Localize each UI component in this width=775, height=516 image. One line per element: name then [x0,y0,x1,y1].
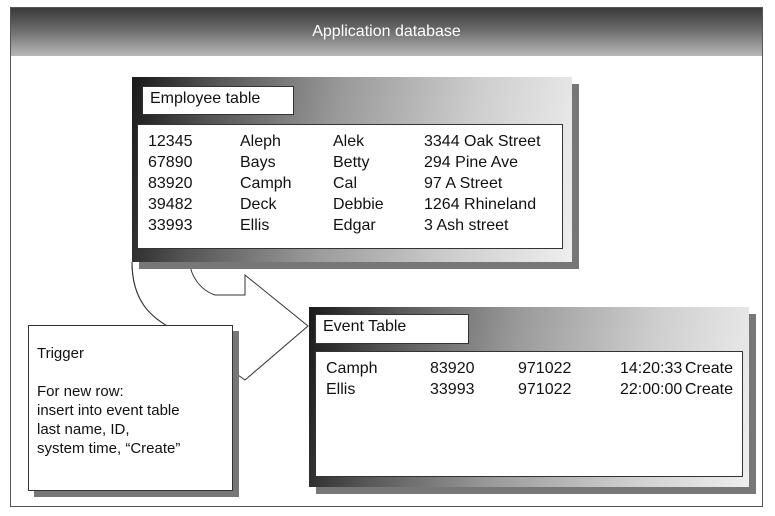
table-cell: 39482 [148,196,193,213]
trigger-line: system time, “Create” [37,440,181,457]
table-cell: Betty [333,154,370,171]
employee-table-panel: Employee table 12345 Aleph Alek 3344 Oak St… [132,77,572,262]
table-cell: Debbie [333,196,384,213]
trigger-line: insert into event table [37,402,180,419]
event-table-panel: Event Table Camph 83920 971022 14:20:33 Crea… [309,307,749,487]
event-table-row: Ellis 33993 971022 22:00:00 Create [322,379,736,400]
trigger-spacer [37,363,224,382]
event-table-title: Event Table [315,314,469,344]
table-cell: 83920 [148,175,193,192]
table-cell: Ellis [240,217,270,234]
trigger-line: For new row: [37,383,124,400]
table-cell: 14:20:33 [620,360,683,377]
employee-table-row: 67890 Bays Betty 294 Pine Ave [144,152,556,173]
table-cell: 3 Ash street [424,217,509,234]
table-cell: Create [685,381,734,398]
table-cell: Camph [326,360,378,377]
table-cell: Aleph [240,133,281,150]
table-cell: 1264 Rhineland [424,196,537,213]
table-cell: Cal [333,175,358,192]
trigger-line: last name, ID, [37,421,130,438]
employee-table-title: Employee table [142,86,294,115]
event-table-row: Camph 83920 971022 14:20:33 Create [322,358,736,379]
employee-table-row: 39482 Deck Debbie 1264 Rhineland [144,194,556,215]
table-cell: 22:00:00 [620,381,683,398]
trigger-note: Trigger For new row: insert into event t… [28,325,233,491]
table-cell: 3344 Oak Street [424,133,541,150]
table-cell: Alek [333,133,365,150]
employee-table-data: 12345 Aleph Alek 3344 Oak Street 67890 Bays Be… [137,124,563,249]
table-cell: 12345 [148,133,193,150]
table-cell: 33993 [430,381,475,398]
table-cell: Edgar [333,217,376,234]
table-cell: Bays [240,154,276,171]
employee-table-row: 12345 Aleph Alek 3344 Oak Street [144,131,556,152]
table-cell: 971022 [518,360,572,377]
table-cell: 97 A Street [424,175,503,192]
table-cell: Deck [240,196,277,213]
table-cell: Camph [240,175,292,192]
employee-table-row: 33993 Ellis Edgar 3 Ash street [144,215,556,236]
table-cell: 67890 [148,154,193,171]
table-cell: Ellis [326,381,356,398]
trigger-heading: Trigger [37,345,84,362]
table-cell: 33993 [148,217,193,234]
event-table-data: Camph 83920 971022 14:20:33 Create Ellis 33993… [315,351,743,477]
table-cell: 971022 [518,381,572,398]
table-cell: 83920 [430,360,475,377]
table-cell: Create [685,360,734,377]
employee-table-row: 83920 Camph Cal 97 A Street [144,173,556,194]
table-cell: 294 Pine Ave [424,154,519,171]
